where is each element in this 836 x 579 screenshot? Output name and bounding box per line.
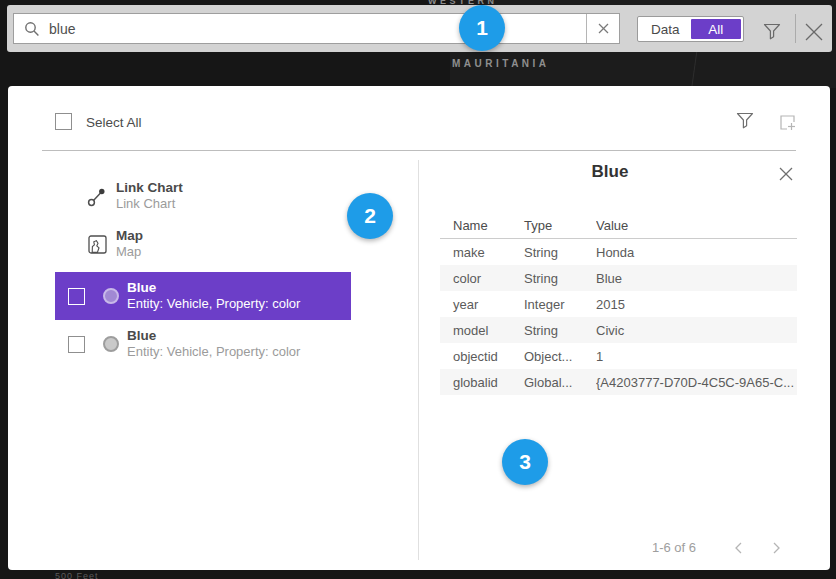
annotation-badge-3: 3 — [502, 439, 548, 485]
cell-value: Civic — [596, 323, 797, 338]
search-icon — [24, 21, 40, 37]
result-subtitle: Entity: Vehicle, Property: color — [127, 296, 300, 312]
cell-name: year — [440, 297, 524, 312]
pagination-label: 1-6 of 6 — [508, 540, 696, 555]
select-all-label: Select All — [86, 115, 142, 130]
result-subtitle: Link Chart — [116, 196, 183, 212]
detail-title: Blue — [440, 162, 780, 182]
results-filter-icon[interactable] — [736, 111, 754, 132]
cell-type: String — [524, 245, 596, 260]
column-header-type: Type — [524, 218, 596, 233]
list-detail-divider — [418, 160, 419, 560]
attribute-table: Name Type Value makeStringHondacolorStri… — [440, 212, 797, 395]
link-chart-icon — [87, 185, 108, 207]
result-subtitle: Map — [116, 244, 143, 260]
result-item-blue[interactable]: BlueEntity: Vehicle, Property: color — [8, 320, 351, 368]
column-header-value: Value — [596, 218, 797, 233]
table-row-objectid[interactable]: objectidObject...1 — [440, 343, 797, 369]
table-row-year[interactable]: yearInteger2015 — [440, 291, 797, 317]
cell-value: {A4203777-D70D-4C5C-9A65-C... — [596, 375, 797, 390]
result-checkbox[interactable] — [68, 288, 85, 305]
search-input[interactable]: blue — [13, 13, 620, 44]
cell-type: String — [524, 271, 596, 286]
map-icon — [88, 235, 107, 254]
cell-value: 2015 — [596, 297, 797, 312]
result-item-map[interactable]: MapMap — [8, 222, 351, 266]
result-checkbox[interactable] — [68, 336, 85, 353]
cell-name: objectid — [440, 349, 524, 364]
cell-name: model — [440, 323, 524, 338]
toggle-option-all[interactable]: All — [691, 19, 742, 39]
result-title: Blue — [127, 280, 300, 296]
table-row-globalid[interactable]: globalidGlobal...{A4203777-D70D-4C5C-9A6… — [440, 369, 797, 395]
cell-type: Object... — [524, 349, 596, 364]
cell-value: Honda — [596, 245, 797, 260]
search-clear-button[interactable] — [586, 14, 619, 43]
table-row-make[interactable]: makeStringHonda — [440, 239, 797, 265]
toggle-option-data[interactable]: Data — [640, 19, 691, 39]
header-divider — [42, 150, 796, 151]
add-to-selection-icon[interactable] — [779, 114, 796, 131]
cell-name: make — [440, 245, 524, 260]
map-label-mauritania: MAURITANIA — [452, 58, 550, 69]
select-all-checkbox[interactable] — [55, 113, 72, 130]
cell-type: String — [524, 323, 596, 338]
column-header-name: Name — [440, 218, 524, 233]
table-header: Name Type Value — [440, 212, 797, 239]
result-title: Link Chart — [116, 180, 183, 196]
result-title: Blue — [127, 328, 300, 344]
search-value: blue — [49, 21, 75, 37]
table-row-color[interactable]: colorStringBlue — [440, 265, 797, 291]
cell-value: 1 — [596, 349, 797, 364]
result-title: Map — [116, 228, 143, 244]
clear-icon — [598, 23, 609, 34]
table-body: makeStringHondacolorStringBlueyearIntege… — [440, 239, 797, 395]
search-toolbar: blue Data All — [7, 5, 832, 52]
table-row-model[interactable]: modelStringCivic — [440, 317, 797, 343]
cell-type: Global... — [524, 375, 596, 390]
entity-circle-icon — [103, 288, 119, 304]
pagination-prev-icon[interactable] — [735, 542, 742, 554]
toolbar-divider — [795, 14, 796, 43]
cell-name: color — [440, 271, 524, 286]
cell-value: Blue — [596, 271, 797, 286]
detail-close-icon[interactable] — [779, 167, 793, 181]
annotation-badge-1: 1 — [459, 5, 505, 51]
scope-toggle: Data All — [637, 16, 744, 42]
entity-circle-icon — [103, 336, 119, 352]
result-item-blue[interactable]: BlueEntity: Vehicle, Property: color — [55, 272, 351, 320]
annotation-badge-2: 2 — [347, 193, 393, 239]
filter-icon[interactable] — [763, 22, 781, 43]
result-item-link-chart[interactable]: Link ChartLink Chart — [8, 174, 351, 218]
pagination-next-icon[interactable] — [773, 542, 780, 554]
result-subtitle: Entity: Vehicle, Property: color — [127, 344, 300, 360]
close-search-icon[interactable] — [804, 22, 824, 42]
cell-name: globalid — [440, 375, 524, 390]
cell-type: Integer — [524, 297, 596, 312]
map-scale-label: 500 Feet — [55, 571, 99, 579]
search-results-panel: Select All Link ChartLink ChartMapMapBlu… — [8, 86, 830, 570]
